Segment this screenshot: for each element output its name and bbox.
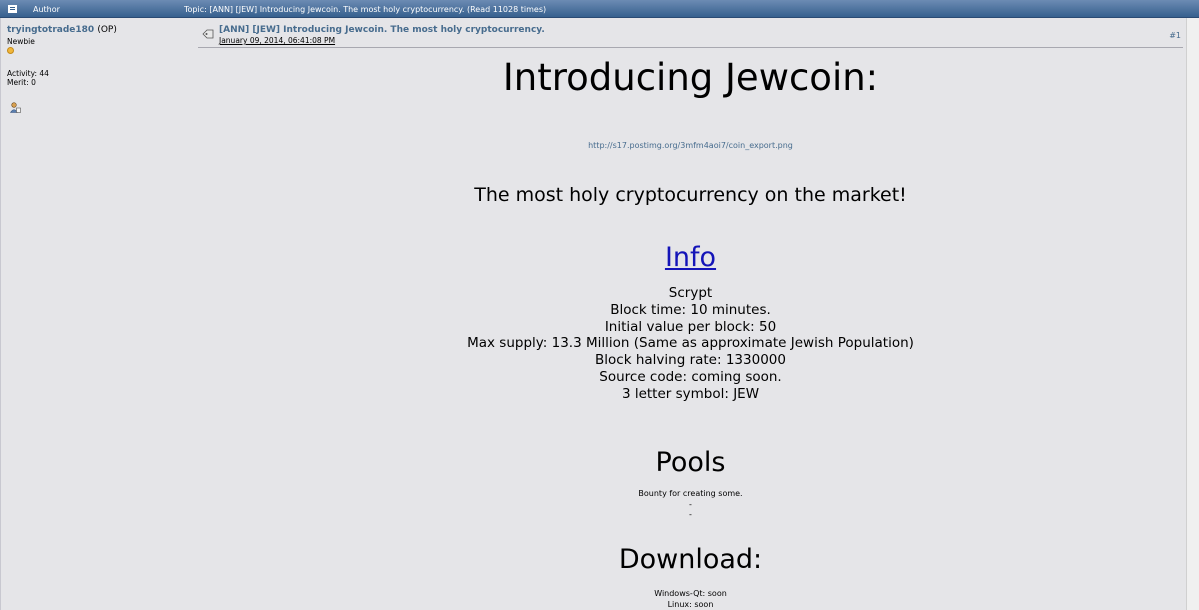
op-badge: (OP) [97, 25, 117, 35]
spec-line: Scrypt [668, 285, 713, 301]
tagline: The most holy cryptocurrency on the mark… [474, 184, 907, 206]
spec-line: Block halving rate: 1330000 [595, 352, 786, 369]
info-heading-link[interactable]: Info [198, 242, 1183, 273]
spec-line: Max supply: 13.3 Million (Same as approx… [467, 335, 914, 352]
download-heading: Download: [618, 544, 763, 575]
download-line: Linux: soon [667, 600, 714, 609]
post-date: January 09, 2014, 06:41:08 PM [219, 36, 336, 45]
pools-line: Bounty for creating some. [638, 489, 743, 498]
pools-line: - [689, 499, 692, 509]
post-title: Introducing Jewcoin: [502, 56, 879, 99]
rank-star-icon [7, 47, 14, 54]
specs-list: Scrypt Block time: 10 minutes. Initial v… [198, 285, 1183, 403]
poster-info: tryingtotrade180 (OP) Newbie Activity: 4… [7, 25, 187, 113]
poster-merit: Merit: 0 [7, 78, 36, 87]
spec-line: Block time: 10 minutes. [610, 301, 771, 318]
scrollbar[interactable] [1186, 18, 1199, 610]
post-subject-link[interactable]: [ANN] [JEW] Introducing Jewcoin. The mos… [219, 25, 545, 35]
poster-name-link[interactable]: tryingtotrade180 [7, 25, 94, 35]
pools-text: Bounty for creating some. - - [198, 489, 1183, 521]
poster-activity: Activity: 44 [7, 69, 49, 78]
topic-title: Topic: [ANN] [JEW] Introducing Jewcoin. … [184, 5, 547, 14]
pools-heading: Pools [655, 447, 726, 478]
post-divider [198, 47, 1183, 48]
download-text: Windows-Qt: soon Linux: soon [198, 588, 1183, 610]
author-column-label: Author [33, 5, 60, 14]
spec-line: 3 letter symbol: JEW [621, 385, 760, 402]
download-line: Windows-Qt: soon [654, 589, 727, 598]
post-icon [202, 29, 214, 39]
profile-icon[interactable] [10, 102, 21, 113]
post-number-link[interactable]: #1 [1169, 31, 1181, 40]
topic-header-bar: Author Topic: [ANN] [JEW] Introducing Je… [0, 0, 1199, 18]
spec-line: Initial value per block: 50 [604, 318, 777, 335]
image-link[interactable]: http://s17.postimg.org/3mfm4aoi7/coin_ex… [198, 141, 1183, 150]
poster-rank: Newbie [7, 37, 35, 46]
spec-line: Source code: coming soon. [599, 368, 782, 385]
topic-icon [8, 5, 17, 13]
pools-line: - [689, 510, 692, 519]
